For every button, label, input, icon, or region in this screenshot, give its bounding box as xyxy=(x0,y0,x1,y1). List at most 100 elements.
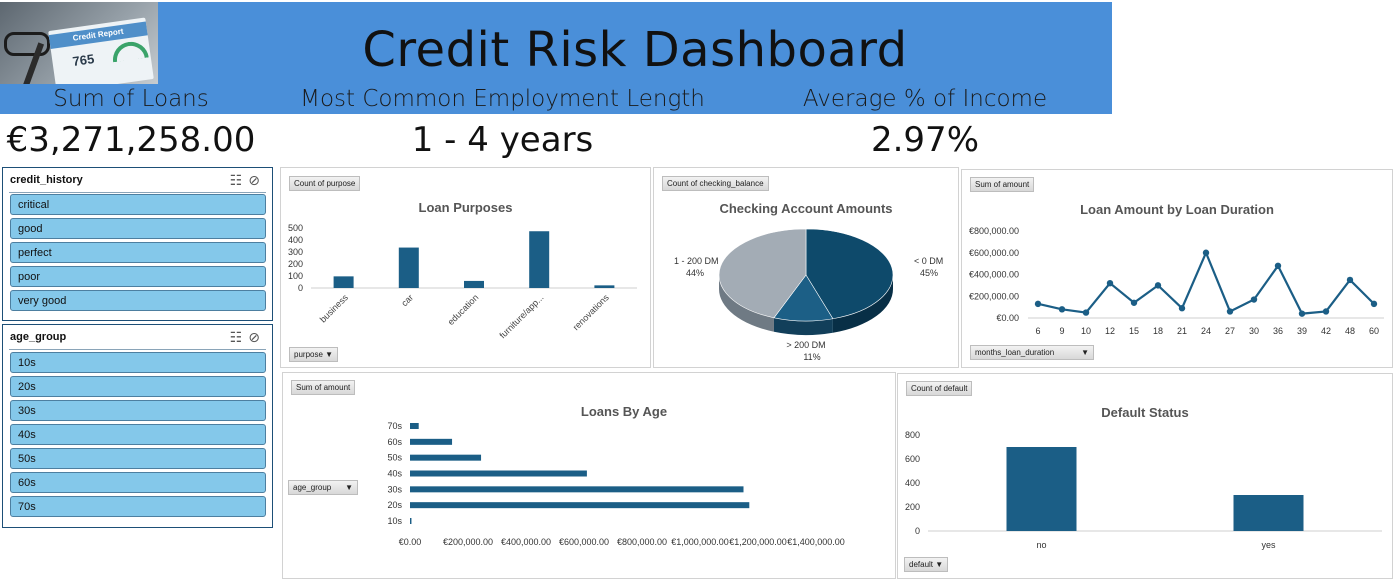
y-tick-label: €600,000.00 xyxy=(969,248,1019,258)
slicer-item-70s[interactable]: 70s xyxy=(10,496,266,517)
x-tick-label: 10 xyxy=(1081,326,1091,336)
data-point xyxy=(1346,276,1354,284)
purposes-plot: 0 100 200 300 400 500 business car education furn… xyxy=(288,223,637,340)
slicer-item-10s[interactable]: 10s xyxy=(10,352,266,373)
data-point xyxy=(1226,308,1234,315)
y-tick-label: 400 xyxy=(905,478,920,488)
filter-button-months-loan-duration[interactable]: months_loan_duration ▼ xyxy=(970,345,1094,360)
kpi-label-employment-length: Most Common Employment Length xyxy=(300,86,705,112)
x-tick-label: yes xyxy=(1261,540,1276,550)
y-tick-label: 70s xyxy=(387,421,402,431)
y-tick-label: 10s xyxy=(387,516,402,526)
bar xyxy=(410,518,412,524)
slicer-item-good[interactable]: good xyxy=(10,218,266,239)
y-tick-label: €400,000.00 xyxy=(969,270,1019,280)
data-point xyxy=(1178,305,1186,312)
filter-button-default[interactable]: default ▼ xyxy=(904,557,949,572)
slicer-credit-history: credit_history ☷⊘ critical good perfect … xyxy=(2,167,273,321)
slicer-item-60s[interactable]: 60s xyxy=(10,472,266,493)
filter-dropdown-icon: ▼ xyxy=(1081,348,1089,357)
y-tick-label: 30s xyxy=(387,484,402,494)
x-tick-label: no xyxy=(1036,540,1046,550)
slicer-item-40s[interactable]: 40s xyxy=(10,424,266,445)
slicer-item-50s[interactable]: 50s xyxy=(10,448,266,469)
x-tick-label: furniture/app... xyxy=(497,292,545,340)
pie-percent: 44% xyxy=(686,268,704,278)
slicer-item-poor[interactable]: poor xyxy=(10,266,266,287)
x-tick-label: 48 xyxy=(1345,326,1355,336)
y-tick-label: €200,000.00 xyxy=(969,291,1019,301)
multi-select-icon[interactable]: ☷ xyxy=(230,329,249,345)
y-tick-label: 0 xyxy=(298,283,303,293)
x-tick-label: 15 xyxy=(1129,326,1139,336)
series-line xyxy=(1037,249,1375,315)
x-tick-label: 21 xyxy=(1177,326,1187,336)
x-tick-label: 24 xyxy=(1201,326,1211,336)
y-tick-label: 100 xyxy=(288,271,303,281)
credit-report-image: Credit Report 765 xyxy=(0,2,158,84)
duration-line-plot: €0.00 €200,000.00 €400,000.00 €600,000.00 €8… xyxy=(969,226,1384,336)
slicer-item-critical[interactable]: critical xyxy=(10,194,266,215)
y-tick-label: 300 xyxy=(288,247,303,257)
x-tick-label: €0.00 xyxy=(399,537,422,547)
x-tick-label: car xyxy=(399,292,415,308)
default-bar-plot: 0 200 400 600 800 no yes xyxy=(905,430,1382,550)
filter-button-age-group[interactable]: age_group ▼ xyxy=(288,480,358,495)
slicer-title: credit_history xyxy=(10,174,83,186)
clear-filter-icon[interactable]: ⊘ xyxy=(248,172,266,188)
x-tick-label: business xyxy=(318,292,351,325)
chart-loan-purposes[interactable]: Count of purpose Loan Purposes 0 100 200 30… xyxy=(280,167,651,368)
x-tick-label: education xyxy=(446,292,481,327)
bar xyxy=(594,285,615,288)
data-point xyxy=(1082,309,1090,316)
bar xyxy=(410,423,419,429)
y-tick-label: 200 xyxy=(288,259,303,269)
bar xyxy=(1006,447,1077,531)
slicer-item-30s[interactable]: 30s xyxy=(10,400,266,421)
pie-percent: 11% xyxy=(803,352,820,362)
data-point xyxy=(1322,308,1330,315)
filter-label: age_group xyxy=(293,483,332,492)
dropdown-arrow-icon: ▼ xyxy=(345,483,353,492)
slicer-item-perfect[interactable]: perfect xyxy=(10,242,266,263)
age-bar-plot: 10s 20s 30s 40s 50s 60s 70s €0.00 €200,000.00 €40… xyxy=(387,421,845,547)
data-point xyxy=(1250,296,1258,303)
x-tick-label: €600,000.00 xyxy=(559,537,609,547)
dropdown-arrow-icon: ▼ xyxy=(935,560,944,569)
x-tick-label: 39 xyxy=(1297,326,1307,336)
slicer-item-20s[interactable]: 20s xyxy=(10,376,266,397)
data-point xyxy=(1298,310,1306,317)
bar xyxy=(410,502,750,509)
gauge-icon xyxy=(110,39,149,63)
bar xyxy=(1233,495,1304,531)
x-tick-label: 6 xyxy=(1035,326,1040,336)
clear-filter-icon[interactable]: ⊘ xyxy=(248,329,266,345)
data-point xyxy=(1058,306,1066,313)
kpi-label-sum-of-loans: Sum of Loans xyxy=(53,86,209,112)
slicer-item-very-good[interactable]: very good xyxy=(10,290,266,311)
x-tick-label: 12 xyxy=(1105,326,1115,336)
x-tick-label: €400,000.00 xyxy=(501,537,551,547)
pie-label: 1 - 200 DM xyxy=(674,256,719,266)
y-tick-label: 40s xyxy=(387,469,402,479)
data-point xyxy=(1274,262,1282,269)
chart-checking-account[interactable]: Count of checking_balance Checking Accou… xyxy=(653,167,959,368)
y-tick-label: 200 xyxy=(905,502,920,512)
bar xyxy=(464,280,484,288)
chart-default-status[interactable]: Count of default Default Status 0 200 400 6… xyxy=(897,373,1393,579)
x-tick-label: €800,000.00 xyxy=(617,537,667,547)
y-tick-label: 800 xyxy=(905,430,920,440)
multi-select-icon[interactable]: ☷ xyxy=(230,172,249,188)
chart-loans-by-age[interactable]: Sum of amount Loans By Age 10s 20s 30s 40s 5… xyxy=(282,372,896,579)
credit-score: 765 xyxy=(71,51,96,69)
x-tick-label: €1,400,000.00 xyxy=(787,537,845,547)
chart-loan-duration[interactable]: Sum of amount Loan Amount by Loan Durati… xyxy=(961,169,1393,368)
bar xyxy=(410,470,587,477)
x-tick-label: 9 xyxy=(1059,326,1064,336)
y-tick-label: 600 xyxy=(905,454,920,464)
bar xyxy=(529,231,550,288)
credit-report-paper: Credit Report 765 xyxy=(48,17,154,84)
filter-button-purpose[interactable]: purpose ▼ xyxy=(289,347,339,362)
slicer-age-group: age_group ☷⊘ 10s 20s 30s 40s 50s 60s 70s xyxy=(2,324,273,528)
data-point xyxy=(1202,249,1210,256)
